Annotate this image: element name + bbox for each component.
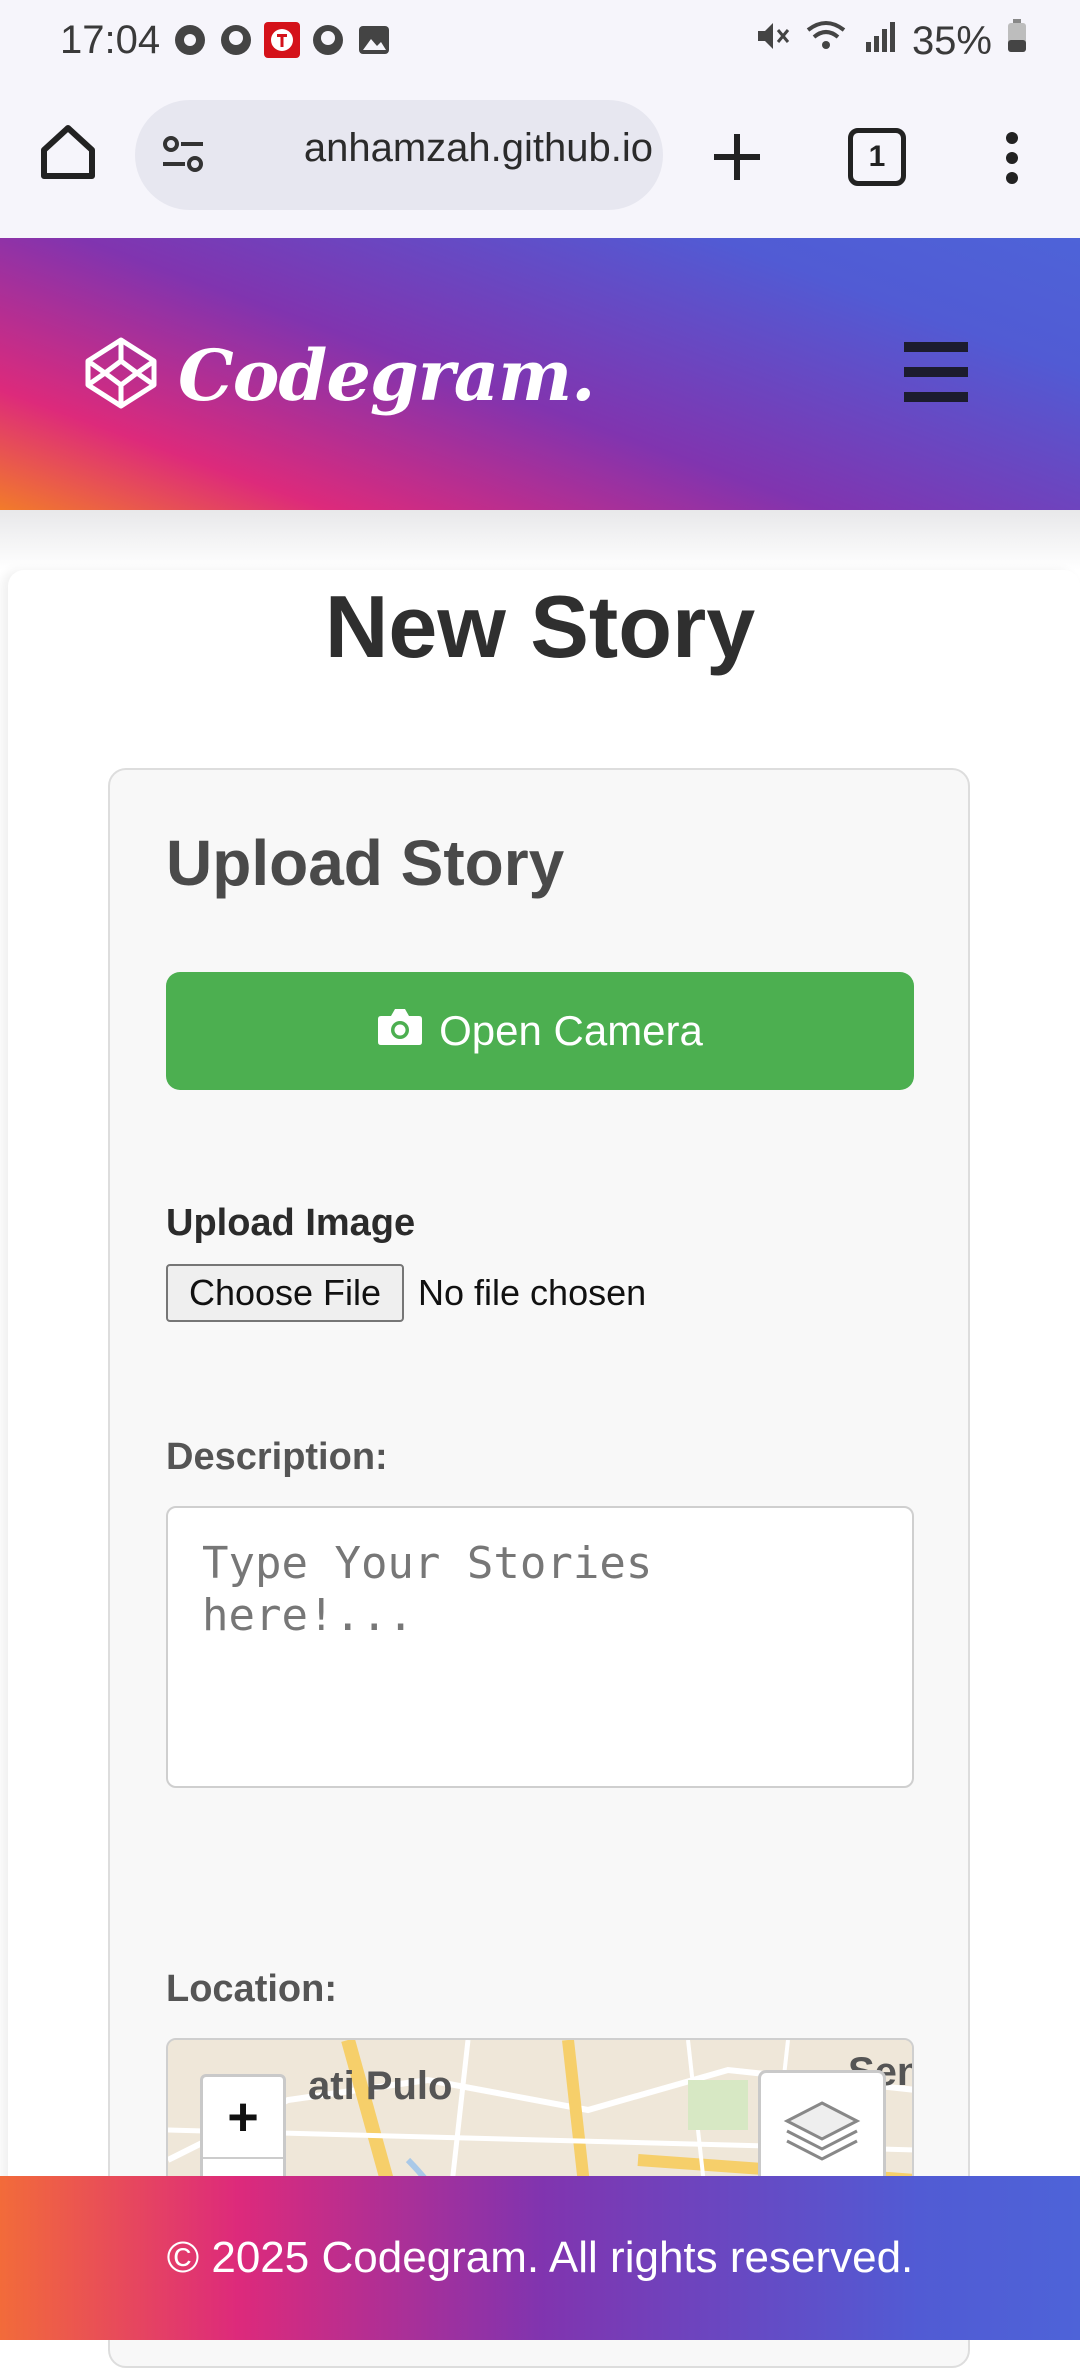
home-icon[interactable]: [36, 120, 100, 184]
description-textarea[interactable]: Type Your Stories here!...: [166, 1506, 914, 1788]
battery-percent: 35%: [911, 18, 992, 63]
logo[interactable]: Codegram.: [84, 334, 596, 417]
mute-icon: [754, 18, 790, 64]
location-label: Location:: [166, 1968, 337, 2010]
codepen-icon: [84, 336, 158, 415]
battery-icon: [1006, 18, 1028, 64]
gallery-icon: [356, 22, 392, 58]
signal-icon: [862, 18, 898, 64]
browser-toolbar: anhamzah.github.io 1: [0, 84, 1080, 238]
address-bar[interactable]: anhamzah.github.io: [135, 100, 663, 210]
form-title: Upload Story: [166, 827, 565, 899]
description-label: Description:: [166, 1436, 388, 1478]
header-shadow: [0, 510, 1080, 570]
site-settings-icon[interactable]: [159, 130, 209, 180]
open-camera-label: Open Camera: [439, 1007, 703, 1054]
wifi-icon: [804, 18, 848, 64]
camera-icon: [377, 1006, 423, 1056]
red-app-icon: [264, 22, 300, 58]
zoom-in-button[interactable]: +: [203, 2077, 283, 2159]
footer-copyright: © 2025 Codegram. All rights reserved.: [166, 2233, 914, 2282]
choose-file-button[interactable]: Choose File: [166, 1264, 404, 1322]
page-title: New Story: [324, 577, 756, 676]
notification-icons: [172, 22, 392, 58]
site-footer: © 2025 Codegram. All rights reserved.: [0, 2176, 1080, 2340]
new-tab-icon[interactable]: [706, 126, 768, 188]
tab-switcher-button[interactable]: 1: [848, 128, 906, 186]
status-time: 17:04: [60, 18, 161, 62]
github-icon: [310, 22, 346, 58]
file-status-text: No file chosen: [418, 1272, 647, 1313]
upload-image-label: Upload Image: [166, 1202, 416, 1244]
url-text: anhamzah.github.io: [303, 126, 653, 170]
file-input: Choose File No file chosen: [166, 1264, 646, 1322]
open-camera-button[interactable]: Open Camera: [166, 972, 914, 1090]
map-place-label: ati Pulo: [308, 2064, 453, 2108]
github-icon: [218, 22, 254, 58]
status-right: 35%: [754, 18, 1028, 64]
logo-text: Codegram.: [178, 334, 596, 417]
chrome-icon: [172, 22, 208, 58]
hamburger-menu-icon[interactable]: [904, 342, 968, 402]
more-menu-icon[interactable]: [1000, 126, 1024, 190]
status-bar: 17:04 35%: [0, 0, 1080, 84]
site-header: Codegram.: [0, 238, 1080, 510]
